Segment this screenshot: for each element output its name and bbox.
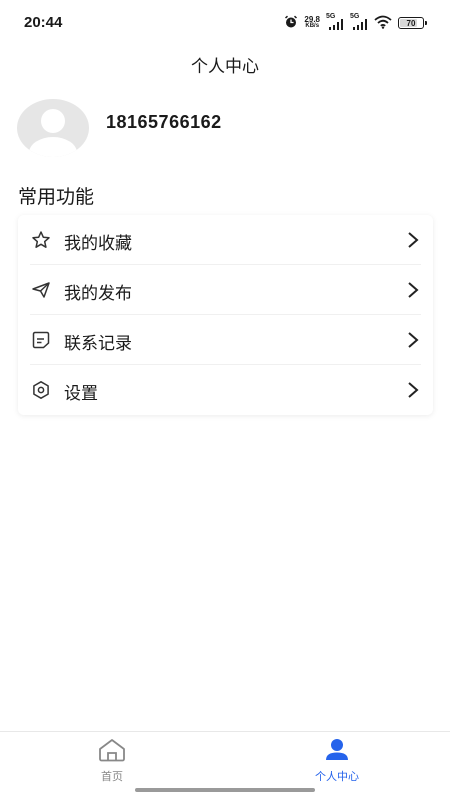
chevron-right-icon [407,231,419,249]
menu-item-label: 设置 [64,384,98,404]
signal-icon: 5G [326,13,344,31]
menu-card: 我的收藏 我的发布 联系记录 设置 [18,215,433,415]
battery-level: 70 [406,18,416,28]
net-speed-value: 29.8 [304,15,320,24]
default-avatar-icon [17,99,89,157]
menu-item-label: 我的收藏 [64,234,132,254]
signal-label: 5G [350,13,360,20]
menu-item-settings[interactable]: 设置 [18,365,433,415]
menu-item-publish[interactable]: 我的发布 [18,265,433,315]
tab-label: 首页 [101,770,123,783]
user-icon [322,732,352,766]
user-phone: 18165766162 [106,112,222,132]
signal-label: 5G [326,13,336,20]
home-indicator[interactable] [135,788,315,792]
settings-icon [31,380,51,400]
menu-item-label: 联系记录 [64,334,132,354]
section-title: 常用功能 [18,186,95,208]
chevron-right-icon [407,381,419,399]
status-bar: 20:44 29.8 KB/s 5G 5G 70 [0,0,450,46]
menu-item-contacts[interactable]: 联系记录 [18,315,433,365]
menu-item-label: 我的发布 [64,284,132,304]
net-speed: 29.8 KB/s [304,16,320,30]
star-icon [31,230,51,250]
tab-profile[interactable]: 个人中心 [287,732,387,787]
net-speed-unit: KB/s [305,23,320,29]
menu-item-favorites[interactable]: 我的收藏 [18,215,433,265]
tab-home[interactable]: 首页 [62,732,162,787]
tab-label: 个人中心 [315,770,359,783]
note-icon [31,330,51,350]
chevron-right-icon [407,331,419,349]
home-icon [97,732,127,766]
wifi-icon [374,14,392,33]
page-title: 个人中心 [191,57,259,77]
status-icons: 29.8 KB/s 5G 5G 70 [284,13,427,33]
send-icon [31,280,51,300]
chevron-right-icon [407,281,419,299]
status-time: 20:44 [24,14,63,31]
battery-icon: 70 [398,17,427,29]
avatar[interactable] [17,99,89,157]
signal-icon: 5G [350,13,368,31]
alarm-icon [284,14,298,33]
